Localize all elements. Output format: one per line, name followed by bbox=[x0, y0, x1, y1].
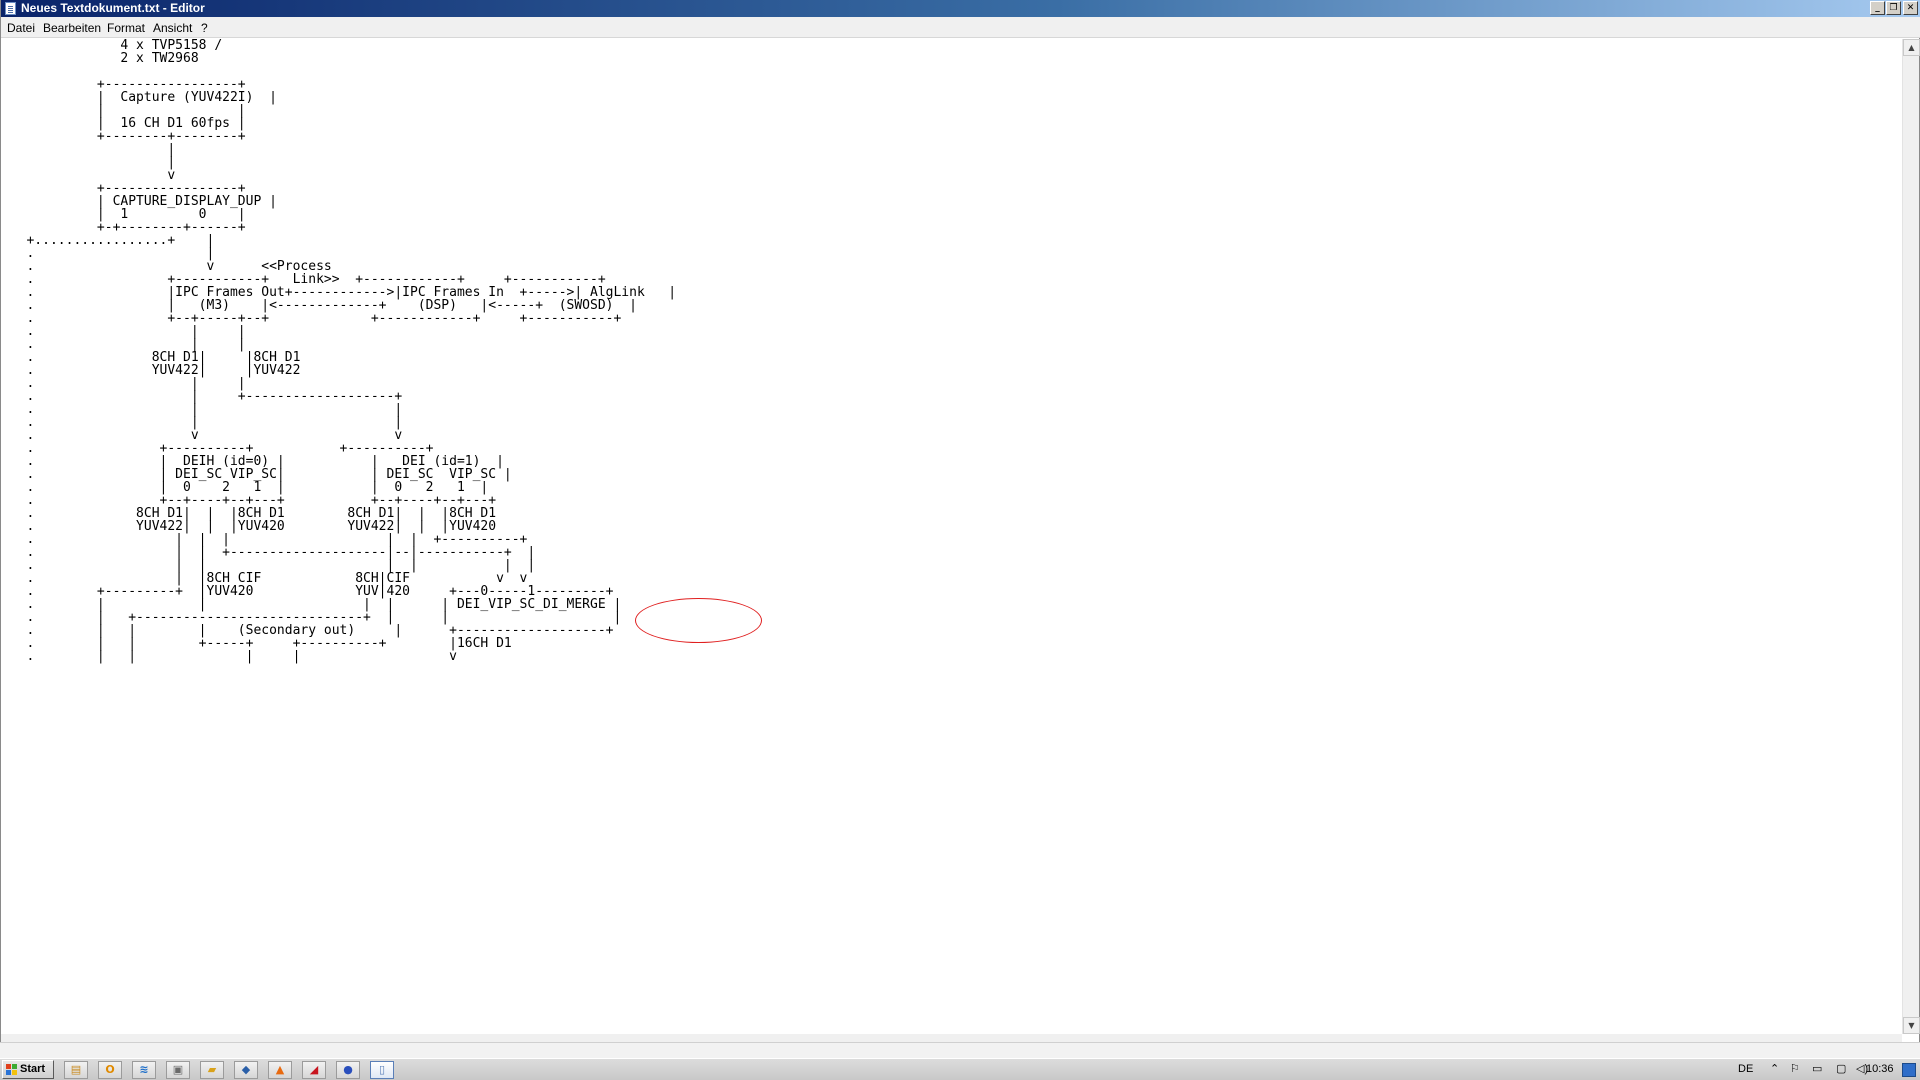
acrobat-icon[interactable]: ◢ bbox=[302, 1061, 326, 1079]
notepad-icon[interactable]: ▯ bbox=[370, 1061, 394, 1079]
menu-datei[interactable]: Datei bbox=[7, 21, 35, 35]
start-button[interactable]: Start bbox=[2, 1060, 54, 1079]
menu-help[interactable]: ? bbox=[201, 21, 208, 35]
explorer-icon[interactable]: ▤ bbox=[64, 1061, 88, 1079]
outlook-icon[interactable]: O bbox=[98, 1061, 122, 1079]
red-highlight-ellipse bbox=[635, 598, 762, 643]
tray-network-icon[interactable]: ▭ bbox=[1812, 1059, 1822, 1080]
virtualbox-icon[interactable]: ◆ bbox=[234, 1061, 258, 1079]
scroll-down-button[interactable]: ▼ bbox=[1903, 1017, 1920, 1034]
maximize-button[interactable]: ❐ bbox=[1886, 1, 1901, 15]
folder-icon[interactable]: ▰ bbox=[200, 1061, 224, 1079]
window-title: Neues Textdokument.txt - Editor bbox=[21, 1, 205, 15]
horizontal-scrollbar[interactable] bbox=[1, 1034, 1902, 1042]
document-text: 4 x TVP5158 / 2 x TW2968 +--------------… bbox=[3, 39, 676, 663]
clock[interactable]: 10:36 bbox=[1866, 1059, 1894, 1080]
show-desktop-icon[interactable] bbox=[1902, 1063, 1916, 1077]
menu-format[interactable]: Format bbox=[107, 21, 145, 35]
notepad-icon bbox=[5, 2, 16, 15]
menu-ansicht[interactable]: Ansicht bbox=[153, 21, 192, 35]
language-indicator[interactable]: DE bbox=[1738, 1059, 1753, 1080]
text-editor-area[interactable]: 4 x TVP5158 / 2 x TW2968 +--------------… bbox=[3, 39, 1902, 1034]
close-button[interactable]: ✕ bbox=[1903, 1, 1918, 15]
text-line: 2 x TW2968 bbox=[3, 51, 199, 66]
scroll-up-button[interactable]: ▲ bbox=[1903, 39, 1920, 56]
menu-bearbeiten[interactable]: Bearbeiten bbox=[43, 21, 101, 35]
notepad-window: Neues Textdokument.txt - Editor _ ❐ ✕ Da… bbox=[0, 0, 1920, 1042]
text-line: . | | | | v bbox=[3, 649, 457, 664]
title-bar[interactable]: Neues Textdokument.txt - Editor _ ❐ ✕ bbox=[1, 0, 1920, 17]
firefox-icon[interactable]: ● bbox=[336, 1061, 360, 1079]
tray-display-icon[interactable]: ▢ bbox=[1836, 1059, 1846, 1080]
vertical-scrollbar[interactable]: ▲ ▼ bbox=[1902, 39, 1920, 1034]
start-label: Start bbox=[20, 1063, 46, 1075]
wifi-icon[interactable]: ≋ bbox=[132, 1061, 156, 1079]
flag-icon[interactable]: ⚐ bbox=[1790, 1059, 1800, 1080]
network-icon[interactable]: ▣ bbox=[166, 1061, 190, 1079]
minimize-button[interactable]: _ bbox=[1870, 1, 1885, 15]
windows-flag-icon bbox=[6, 1064, 18, 1076]
window-bottom-border bbox=[0, 1042, 1920, 1058]
tray-expand-icon[interactable]: ⌃ bbox=[1770, 1059, 1779, 1080]
menu-bar: Datei Bearbeiten Format Ansicht ? bbox=[1, 17, 1920, 38]
taskbar: Start ▤ O ≋ ▣ ▰ ◆ ▲ ◢ ● ▯ DE ⌃ ⚐ ▭ ▢ ◁) … bbox=[0, 1058, 1920, 1080]
vlc-icon[interactable]: ▲ bbox=[268, 1061, 292, 1079]
